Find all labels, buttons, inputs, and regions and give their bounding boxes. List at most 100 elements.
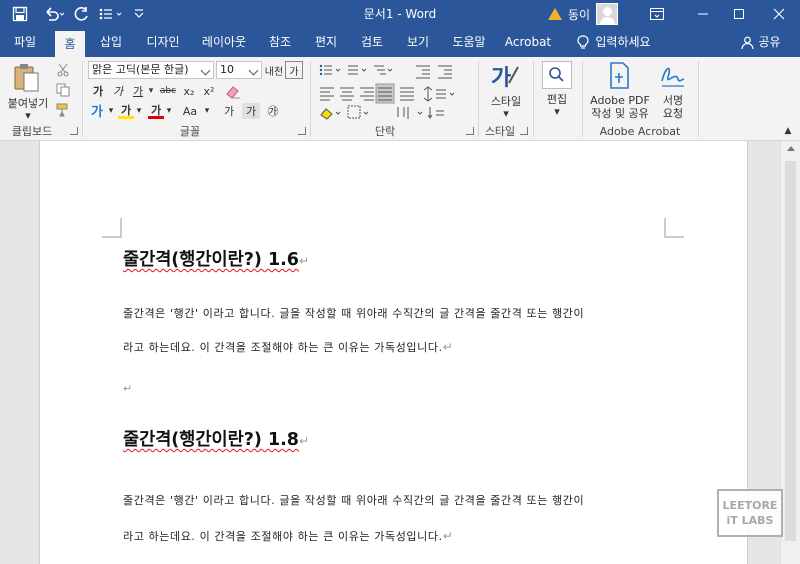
tab-design[interactable]: 디자인	[140, 28, 186, 57]
create-pdf-label-2[interactable]: 작성 및 공유	[586, 107, 654, 120]
paragraph-launcher-icon[interactable]	[466, 127, 474, 135]
chevron-down-icon[interactable]: ▾	[134, 103, 144, 119]
user-account[interactable]: 동이	[548, 0, 619, 28]
search-icon[interactable]	[542, 61, 572, 89]
redo-icon[interactable]	[72, 0, 92, 28]
superscript-button[interactable]: x²	[200, 82, 218, 100]
chevron-down-icon[interactable]: ▾	[549, 105, 565, 118]
font-group-label: 글꼴	[179, 125, 201, 138]
cut-icon[interactable]	[56, 63, 70, 77]
adobe-pdf-icon[interactable]	[606, 61, 632, 91]
tab-mailings[interactable]: 편지	[308, 28, 344, 57]
paragraph-2-line-2-text: 라고 하는데요. 이 간격을 조절해야 하는 큰 이유는 가독성입니다.	[123, 530, 443, 543]
paragraph-1-line-2[interactable]: 라고 하는데요. 이 간격을 조절해야 하는 큰 이유는 가독성입니다.↵	[123, 339, 453, 355]
font-size-box[interactable]: 10	[216, 61, 262, 79]
format-painter-icon[interactable]	[56, 103, 70, 117]
ribbon-display-icon[interactable]	[640, 0, 674, 28]
tell-me-search[interactable]: 입력하세요	[568, 28, 660, 57]
char-shading-button[interactable]: 가	[242, 103, 260, 119]
lightbulb-icon	[577, 35, 589, 49]
font-name-box[interactable]: 맑은 고딕(본문 한글)	[88, 61, 214, 79]
request-sign-label-2[interactable]: 요청	[654, 107, 692, 120]
font-color-button[interactable]: 가	[148, 103, 164, 119]
paragraph-1-line-2-text: 라고 하는데요. 이 간격을 조절해야 하는 큰 이유는 가독성입니다.	[123, 341, 443, 354]
chevron-down-icon[interactable]: ▾	[498, 107, 514, 120]
undo-icon[interactable]	[40, 0, 68, 28]
paragraph-2-line-2[interactable]: 라고 하는데요. 이 간격을 조절해야 하는 큰 이유는 가독성입니다.↵	[123, 528, 453, 544]
divider	[310, 61, 311, 137]
tab-acrobat[interactable]: Acrobat	[502, 28, 554, 57]
styles-icon[interactable]: 가	[491, 61, 521, 93]
maximize-icon[interactable]	[722, 0, 756, 28]
minimize-icon[interactable]	[686, 0, 720, 28]
chevron-down-icon[interactable]: ▾	[106, 103, 116, 119]
user-name: 동이	[568, 7, 591, 22]
scroll-thumb[interactable]	[785, 161, 796, 541]
chevron-down-icon[interactable]	[199, 62, 213, 78]
tab-view[interactable]: 보기	[400, 28, 436, 57]
tab-review[interactable]: 검토	[354, 28, 390, 57]
margin-corner-top-right	[664, 218, 684, 238]
heading-2[interactable]: 줄간격(행간이란?) 1.8↵	[123, 426, 309, 451]
divider	[582, 61, 583, 137]
signature-icon[interactable]	[658, 61, 688, 91]
paste-icon[interactable]	[10, 61, 44, 95]
paragraph-2-line-1[interactable]: 줄간격은 '행간' 이라고 합니다. 글을 작성할 때 위아래 수직간의 글 간…	[123, 492, 584, 508]
chevron-down-icon[interactable]: ▾	[164, 103, 174, 119]
divider	[698, 61, 699, 137]
paragraph-1-line-1[interactable]: 줄간격은 '행간' 이라고 합니다. 글을 작성할 때 위아래 수직간의 글 간…	[123, 305, 584, 321]
tell-me-label: 입력하세요	[595, 35, 651, 49]
copy-icon[interactable]	[56, 83, 70, 97]
chevron-down-icon[interactable]: ▾	[202, 103, 212, 119]
title-bar: 문서1 - Word 동이	[0, 0, 800, 28]
chevron-down-icon[interactable]	[247, 62, 261, 78]
underline-button[interactable]: 가	[130, 82, 146, 100]
collapse-ribbon-icon[interactable]: ▲	[782, 125, 794, 137]
tab-help[interactable]: 도움말	[446, 28, 492, 57]
list-icon[interactable]	[96, 0, 126, 28]
scroll-up-icon[interactable]	[787, 146, 795, 151]
chevron-down-icon[interactable]: ▾	[146, 82, 156, 100]
customize-icon[interactable]	[130, 0, 148, 28]
ribbon-home: 붙여넣기 ▾ 클립보드 맑은 고딕(본문 한글) 10 내천 가 가 가 가 ▾…	[0, 57, 800, 141]
subscript-button[interactable]: x₂	[180, 82, 198, 100]
heading-1-text: 줄간격(행간이란?) 1.6	[123, 250, 299, 270]
clear-formatting-button[interactable]: 가	[285, 61, 303, 79]
tab-home[interactable]: 홈	[55, 31, 85, 57]
heading-2-text: 줄간격(행간이란?) 1.8	[123, 430, 299, 450]
font-launcher-icon[interactable]	[298, 127, 306, 135]
request-sign-label-1[interactable]: 서명	[654, 94, 692, 107]
close-icon[interactable]	[762, 0, 796, 28]
watermark-line-2: iT LABS	[726, 514, 774, 527]
strikethrough-button[interactable]: abc	[158, 82, 178, 100]
styles-group-label: 스타일	[484, 125, 516, 138]
tab-layout[interactable]: 레이아웃	[196, 28, 252, 57]
watermark-logo: LEETORE iT LABS	[717, 489, 783, 537]
acrobat-group-label: Adobe Acrobat	[599, 125, 681, 138]
highlight-button[interactable]: 가	[118, 103, 134, 119]
create-pdf-label-1[interactable]: Adobe PDF	[586, 94, 654, 107]
tab-file[interactable]: 파일	[6, 28, 44, 57]
phonetic-guide-button[interactable]: 가	[220, 103, 238, 119]
heading-1[interactable]: 줄간격(행간이란?) 1.6↵	[123, 246, 309, 271]
tab-references[interactable]: 참조	[262, 28, 298, 57]
paragraph-group-label: 단락	[374, 125, 396, 138]
share-icon	[741, 36, 755, 49]
enclose-char-button[interactable]: ㉮	[264, 103, 282, 119]
change-case-button[interactable]: Aa	[178, 103, 202, 119]
paste-dropdown-icon[interactable]: ▾	[20, 109, 36, 122]
vertical-scrollbar[interactable]	[780, 141, 800, 564]
eraser-icon[interactable]	[224, 84, 242, 100]
paragraph-mark-icon: ↵	[442, 340, 454, 354]
avatar-icon[interactable]	[596, 3, 619, 25]
paragraph-mark-icon: ↵	[123, 382, 133, 395]
grow-font-button[interactable]: 내천	[264, 61, 284, 79]
italic-button[interactable]: 가	[110, 82, 126, 100]
styles-launcher-icon[interactable]	[520, 127, 528, 135]
share-button[interactable]: 공유	[734, 28, 788, 57]
clipboard-launcher-icon[interactable]	[70, 127, 78, 135]
tab-insert[interactable]: 삽입	[92, 28, 130, 57]
bold-button[interactable]: 가	[90, 82, 106, 100]
svg-text:가: 가	[491, 66, 511, 91]
save-icon[interactable]	[8, 0, 32, 28]
